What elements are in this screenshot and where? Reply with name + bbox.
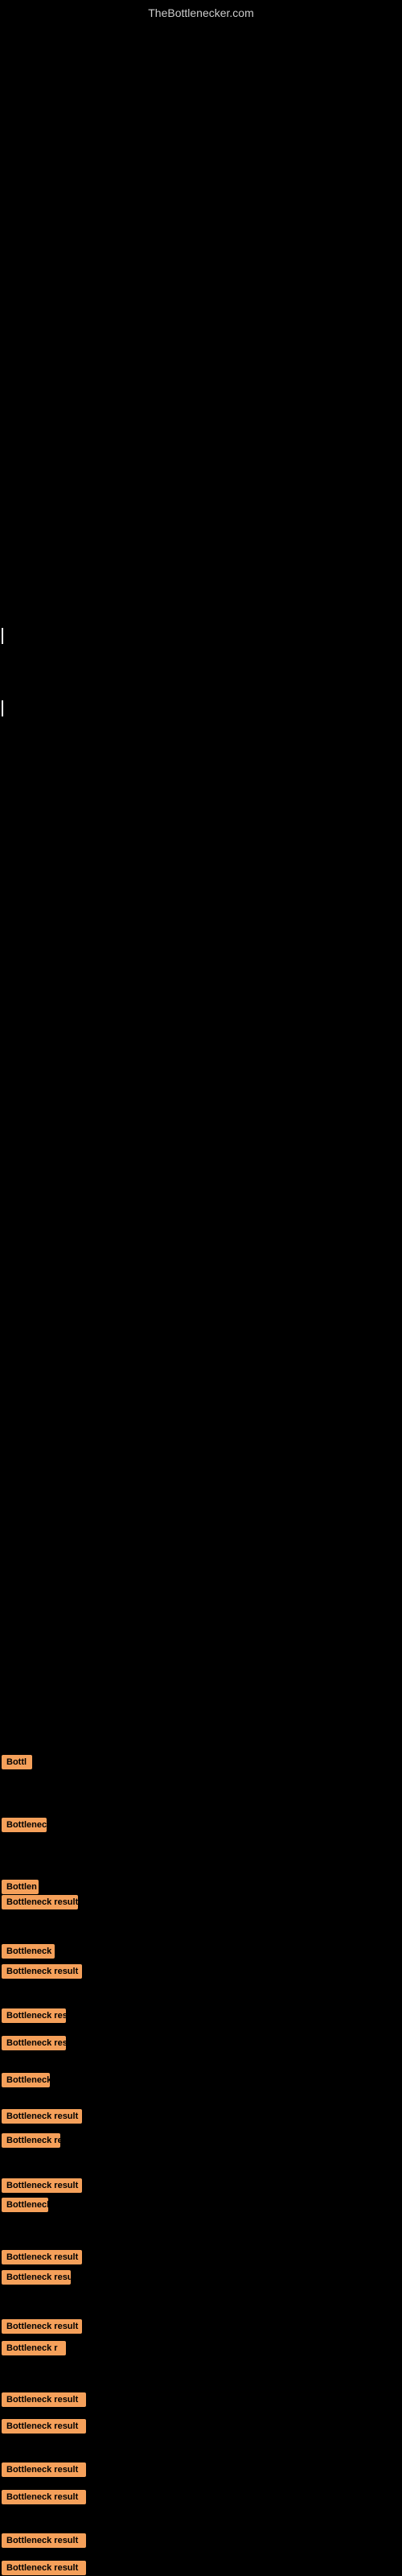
bottleneck-label-12[interactable]: Bottleneck result	[2, 2178, 82, 2193]
bottleneck-label-17[interactable]: Bottleneck r	[2, 2341, 66, 2355]
bottleneck-label-2[interactable]: Bottleneck	[2, 1818, 47, 1832]
bottleneck-label-8[interactable]: Bottleneck result	[2, 2036, 66, 2050]
bottleneck-label-22[interactable]: Bottleneck result	[2, 2533, 86, 2548]
bottleneck-label-4[interactable]: Bottleneck result	[2, 1895, 78, 1909]
bottleneck-label-13[interactable]: Bottleneck	[2, 2198, 48, 2212]
bottleneck-label-5[interactable]: Bottleneck r	[2, 1944, 55, 1959]
bottleneck-label-19[interactable]: Bottleneck result	[2, 2419, 86, 2434]
bottleneck-label-9[interactable]: Bottleneck	[2, 2073, 50, 2087]
bottleneck-label-15[interactable]: Bottleneck resu	[2, 2270, 71, 2285]
cursor-line-1	[2, 628, 3, 644]
bottleneck-label-11[interactable]: Bottleneck re	[2, 2133, 60, 2148]
bottleneck-label-1[interactable]: Bottl	[2, 1755, 32, 1769]
bottleneck-label-21[interactable]: Bottleneck result	[2, 2490, 86, 2504]
bottleneck-label-18[interactable]: Bottleneck result	[2, 2392, 86, 2407]
bottleneck-label-6[interactable]: Bottleneck result	[2, 1964, 82, 1979]
bottleneck-label-10[interactable]: Bottleneck result	[2, 2109, 82, 2124]
bottleneck-label-20[interactable]: Bottleneck result	[2, 2462, 86, 2477]
bottleneck-label-7[interactable]: Bottleneck res	[2, 2008, 66, 2023]
bottleneck-label-23[interactable]: Bottleneck result	[2, 2561, 86, 2575]
cursor-line-2	[2, 700, 3, 716]
bottleneck-label-16[interactable]: Bottleneck result	[2, 2319, 82, 2334]
site-title: TheBottlenecker.com	[148, 6, 254, 19]
bottleneck-label-3[interactable]: Bottlen	[2, 1880, 39, 1894]
bottleneck-label-14[interactable]: Bottleneck result	[2, 2250, 82, 2264]
